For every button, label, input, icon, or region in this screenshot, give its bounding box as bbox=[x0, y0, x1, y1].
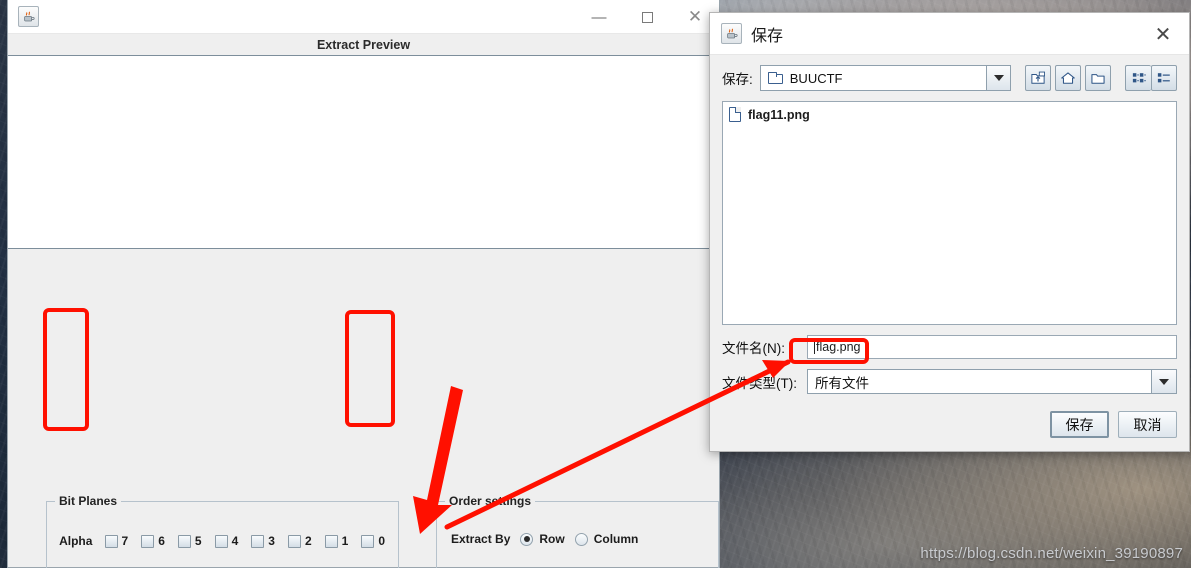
save-dialog-title: 保存 bbox=[751, 27, 784, 45]
screen: https://blog.csdn.net/weixin_39190897 — … bbox=[0, 0, 1191, 568]
radio-column-icon[interactable] bbox=[574, 532, 588, 546]
home-icon[interactable] bbox=[1055, 65, 1081, 91]
window-controls: — ✕ bbox=[575, 0, 719, 34]
preview-text-area[interactable] bbox=[8, 56, 719, 249]
minimize-icon[interactable]: — bbox=[575, 0, 623, 34]
extract-preview-subtitle: Extract Preview bbox=[8, 34, 719, 56]
save-dialog-button-row: 保存 取消 bbox=[722, 411, 1177, 438]
file-type-row: 文件类型(T): 所有文件 bbox=[722, 369, 1177, 394]
checkbox-alpha-bit-7[interactable] bbox=[104, 534, 118, 548]
settings-pane: Bit Planes Alpha76543210Red7654321✔0Gree… bbox=[8, 249, 719, 568]
radio-row-icon[interactable] bbox=[520, 532, 534, 546]
save-in-label: 保存: bbox=[722, 72, 753, 87]
bit-cell-alpha-5: 5 bbox=[177, 534, 215, 548]
checkbox-alpha-bit-2[interactable] bbox=[287, 534, 301, 548]
save-in-value-wrap: BUUCTF bbox=[761, 70, 843, 86]
checkbox-alpha-bit-0[interactable] bbox=[361, 534, 375, 548]
bit-number-label: 4 bbox=[231, 534, 239, 548]
bit-plane-row-alpha: Alpha 7 6 5 4 3 2 1 0 bbox=[47, 530, 398, 552]
folder-icon bbox=[767, 72, 783, 84]
bit-number-label: 1 bbox=[341, 534, 349, 548]
file-name-value: flag.png bbox=[816, 340, 861, 354]
bit-cell-alpha-3: 3 bbox=[251, 534, 288, 548]
save-dialog-titlebar[interactable]: 保存 ✕ bbox=[710, 13, 1189, 55]
checkbox-alpha-bit-3[interactable] bbox=[251, 534, 265, 548]
text-caret bbox=[814, 340, 815, 354]
extract-by-row: Extract By Row Column bbox=[451, 532, 638, 546]
extract-by-option-row[interactable]: Row bbox=[520, 532, 565, 546]
file-name-text: flag11.png bbox=[748, 107, 810, 122]
bit-cell-alpha-2: 2 bbox=[287, 534, 325, 548]
java-coffee-cup-icon bbox=[721, 23, 742, 44]
bit-number-label: 3 bbox=[268, 534, 275, 548]
close-icon[interactable]: ✕ bbox=[1137, 13, 1189, 55]
bit-cell-alpha-4: 4 bbox=[214, 534, 252, 548]
file-list[interactable]: flag11.png bbox=[722, 101, 1177, 325]
bit-number-label: 2 bbox=[304, 534, 312, 548]
csdn-watermark: https://blog.csdn.net/weixin_39190897 bbox=[920, 545, 1183, 562]
file-name-row: 文件名(N): flag.png bbox=[722, 335, 1177, 359]
bit-number-label: 5 bbox=[194, 534, 202, 548]
bit-cell-alpha-6: 6 bbox=[141, 534, 178, 548]
cancel-button[interactable]: 取消 bbox=[1118, 411, 1177, 438]
chevron-down-icon[interactable] bbox=[986, 66, 1010, 90]
list-view-icon[interactable] bbox=[1125, 65, 1151, 91]
bit-cell-alpha-1: 1 bbox=[324, 534, 362, 548]
java-coffee-cup-icon bbox=[18, 6, 39, 27]
extract-by-row-label: Row bbox=[539, 532, 565, 546]
bit-planes-group: Bit Planes Alpha76543210Red7654321✔0Gree… bbox=[46, 494, 399, 568]
bit-plane-channel-label: Alpha bbox=[59, 534, 93, 548]
save-dialog-body: 保存: BUUCTF flag11.png 文件名(N): flag.png 文… bbox=[710, 55, 1189, 438]
save-in-row: 保存: BUUCTF bbox=[722, 65, 1177, 91]
file-name-input[interactable]: flag.png bbox=[807, 335, 1177, 359]
save-button[interactable]: 保存 bbox=[1050, 411, 1109, 438]
checkbox-alpha-bit-1[interactable] bbox=[324, 534, 338, 548]
bit-cell-alpha-0: 0 bbox=[361, 534, 398, 548]
file-type-combobox[interactable]: 所有文件 bbox=[807, 369, 1177, 394]
extract-by-column-label: Column bbox=[593, 532, 639, 546]
details-view-icon[interactable] bbox=[1151, 65, 1177, 91]
extract-preview-window: — ✕ Extract Preview Bit Planes Alpha 7 6 5 4… bbox=[7, 0, 720, 568]
file-type-value: 所有文件 bbox=[815, 375, 869, 391]
new-folder-icon[interactable] bbox=[1085, 65, 1111, 91]
save-in-combobox[interactable]: BUUCTF bbox=[759, 65, 1011, 91]
view-mode-toolbar bbox=[1125, 65, 1177, 91]
checkbox-alpha-bit-5[interactable] bbox=[177, 534, 191, 548]
bit-number-label: 7 bbox=[121, 534, 129, 548]
order-settings-group: Order settings Extract By Row Column Bit… bbox=[436, 494, 719, 568]
save-in-value: BUUCTF bbox=[789, 70, 843, 86]
bit-number-label: 6 bbox=[158, 534, 165, 548]
up-one-level-icon[interactable] bbox=[1025, 65, 1051, 91]
extract-by-option-column[interactable]: Column bbox=[574, 532, 639, 546]
chevron-down-icon[interactable] bbox=[1151, 370, 1176, 393]
checkbox-alpha-bit-6[interactable] bbox=[141, 534, 155, 548]
file-name-label: 文件名(N): bbox=[722, 341, 785, 356]
bit-cell-alpha-7: 7 bbox=[104, 534, 142, 548]
save-file-dialog: 保存 ✕ 保存: BUUCTF flag11.png 文件名(N): flag.… bbox=[709, 12, 1190, 452]
file-type-label: 文件类型(T): bbox=[722, 375, 797, 391]
order-settings-legend: Order settings bbox=[445, 494, 536, 508]
maximize-icon[interactable] bbox=[623, 0, 671, 34]
checkbox-alpha-bit-4[interactable] bbox=[214, 534, 228, 548]
bit-number-label: 0 bbox=[378, 534, 386, 548]
extract-window-titlebar[interactable]: — ✕ bbox=[8, 0, 719, 34]
file-list-item[interactable]: flag11.png bbox=[729, 107, 1170, 122]
file-nav-toolbar bbox=[1025, 65, 1111, 91]
file-icon bbox=[729, 107, 741, 122]
extract-by-label: Extract By bbox=[451, 532, 511, 546]
bit-planes-legend: Bit Planes bbox=[55, 494, 122, 508]
